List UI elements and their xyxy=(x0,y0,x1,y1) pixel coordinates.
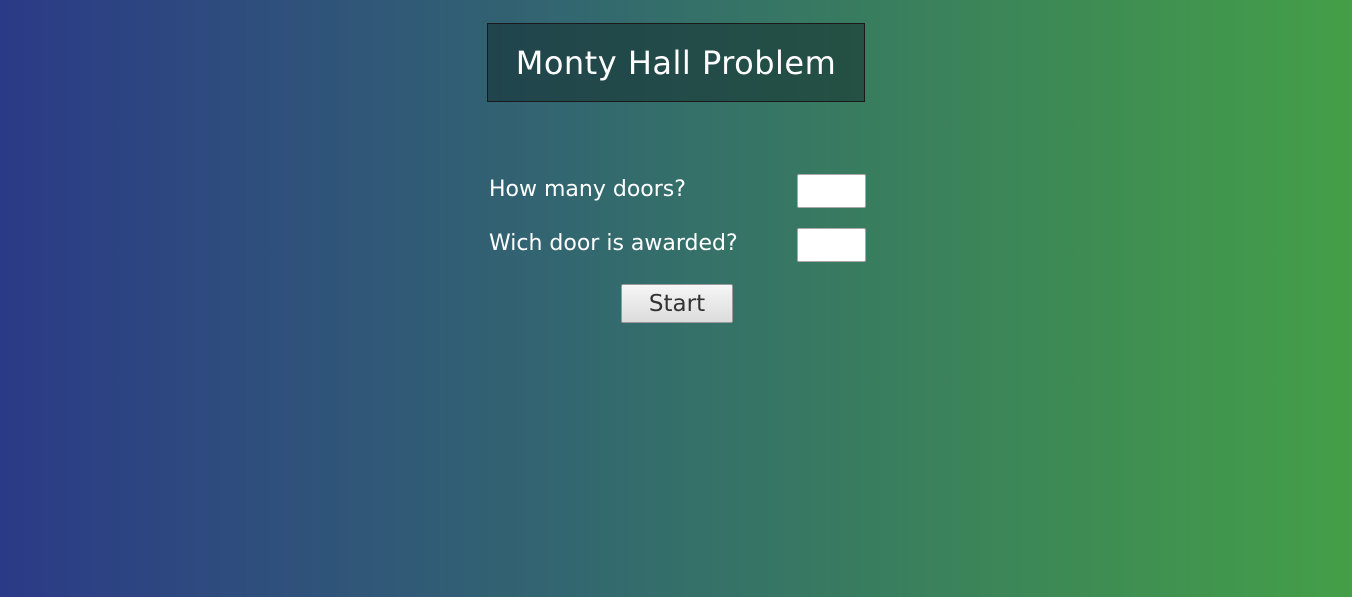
awarded-input[interactable] xyxy=(797,228,866,262)
awarded-label: Wich door is awarded? xyxy=(489,231,738,256)
awarded-row: Wich door is awarded? xyxy=(489,228,866,264)
page-title: Monty Hall Problem xyxy=(515,43,837,82)
doors-label: How many doors? xyxy=(489,177,686,202)
doors-input[interactable] xyxy=(797,174,866,208)
start-button[interactable]: Start xyxy=(621,284,733,323)
title-box: Monty Hall Problem xyxy=(487,23,865,102)
doors-row: How many doors? xyxy=(489,174,866,210)
